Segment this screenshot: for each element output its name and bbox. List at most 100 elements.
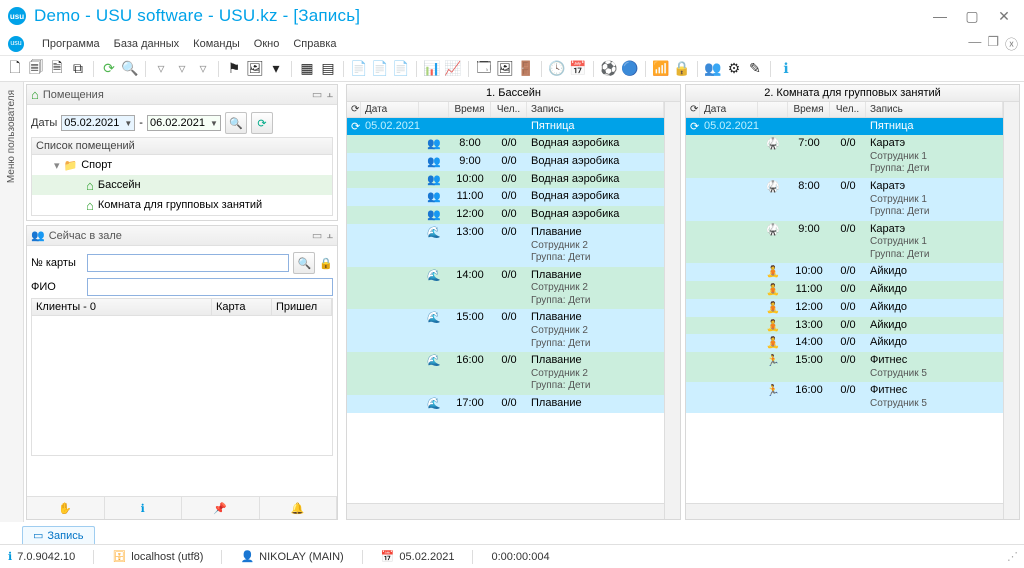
tb-dropdown-icon[interactable]: ▾ [267, 60, 285, 78]
mdi-minimize-button[interactable]: — [968, 34, 981, 53]
schedule-day-row[interactable]: ⟳05.02.2021Пятница [686, 118, 1003, 135]
tb-flag-icon[interactable]: ⚑ [225, 60, 243, 78]
schedule-slot[interactable]: 👥12:000/0Водная аэробика [347, 206, 664, 224]
status-date: 05.02.2021 [399, 551, 454, 563]
mdi-close-button[interactable]: ⓧ [1005, 34, 1018, 53]
schedule-slot[interactable]: 👥10:000/0Водная аэробика [347, 171, 664, 189]
tab-record[interactable]: ▭Запись [22, 526, 95, 544]
tb-calendar-icon[interactable]: 📅 [569, 60, 587, 78]
tb-lock-icon[interactable]: 🔒 [673, 60, 691, 78]
tb-filter2-icon[interactable]: ▿ [173, 60, 191, 78]
menu-help[interactable]: Справка [293, 38, 336, 50]
tb-open-icon[interactable]: 🗐 [27, 60, 45, 78]
schedule-day-row[interactable]: ⟳05.02.2021Пятница [347, 118, 664, 135]
tb-color-icon[interactable]: 🔵 [621, 60, 639, 78]
window-icon: ▭ [33, 529, 43, 542]
tree-item-grouproom[interactable]: ⌂Комната для групповых занятий [32, 195, 332, 215]
schedule-slot[interactable]: 🌊17:000/0Плавание [347, 395, 664, 413]
schedule-slot[interactable]: 🏃16:000/0ФитнесСотрудник 5 [686, 382, 1003, 412]
mdi-restore-button[interactable]: ❐ [987, 34, 999, 53]
tb-search-icon[interactable]: 🔍 [121, 60, 139, 78]
menu-program[interactable]: Программа [42, 38, 100, 50]
tb-refresh-icon[interactable]: ⟳ [100, 60, 118, 78]
menu-database[interactable]: База данных [114, 38, 180, 50]
date-from-input[interactable]: 05.02.2021▼ [61, 115, 135, 131]
schedule-slot[interactable]: 🌊14:000/0ПлаваниеСотрудник 2Группа: Дети [347, 267, 664, 310]
panel-pin-icon[interactable]: ⫠ [326, 229, 333, 242]
tb-save-icon[interactable]: 🗎 [48, 60, 66, 78]
fio-input[interactable] [87, 278, 333, 296]
activity-icon: 🧘 [758, 317, 788, 334]
tb-users-icon[interactable]: 👥 [704, 60, 722, 78]
panel-dock-icon[interactable]: ▭ [312, 229, 322, 242]
activity-icon: 🌊 [419, 352, 449, 369]
schedule-slot[interactable]: 🥋7:000/0КаратэСотрудник 1Группа: Дети [686, 135, 1003, 178]
menu-window[interactable]: Окно [254, 38, 280, 50]
schedule-slot[interactable]: 🧘14:000/0Айкидо [686, 334, 1003, 352]
tb-settings-icon[interactable]: ⚙ [725, 60, 743, 78]
schedule-slot[interactable]: 🌊16:000/0ПлаваниеСотрудник 2Группа: Дети [347, 352, 664, 395]
activity-icon: 🌊 [419, 267, 449, 284]
schedule-slot[interactable]: 🧘12:000/0Айкидо [686, 299, 1003, 317]
tb-filter3-icon[interactable]: ▿ [194, 60, 212, 78]
clients-grid-body[interactable] [31, 316, 333, 456]
footer-pin-button[interactable]: 📌 [182, 497, 260, 519]
dates-search-button[interactable]: 🔍 [225, 112, 247, 134]
tb-window-icon[interactable]: 🗔 [475, 60, 493, 78]
schedule-slot[interactable]: 🥋8:000/0КаратэСотрудник 1Группа: Дети [686, 178, 1003, 221]
tb-image-icon[interactable]: 🖼 [246, 60, 264, 78]
schedule-slot[interactable]: 🥋9:000/0КаратэСотрудник 1Группа: Дети [686, 221, 1003, 264]
schedule-slot[interactable]: 🧘10:000/0Айкидо [686, 263, 1003, 281]
horizontal-scrollbar[interactable] [347, 503, 664, 519]
vertical-scrollbar[interactable] [664, 102, 680, 519]
tb-copy-icon[interactable]: ⧉ [69, 60, 87, 78]
footer-info-button[interactable]: ℹ [105, 497, 183, 519]
date-to-input[interactable]: 06.02.2021▼ [147, 115, 221, 131]
close-button[interactable]: ✕ [992, 4, 1016, 28]
tb-ball-icon[interactable]: ⚽ [600, 60, 618, 78]
tb-excel-icon[interactable]: 📈 [444, 60, 462, 78]
panel-dock-icon[interactable]: ▭ [312, 88, 322, 101]
horizontal-scrollbar[interactable] [686, 503, 1003, 519]
tb-pen-icon[interactable]: ✎ [746, 60, 764, 78]
tb-doc1-icon[interactable]: 📄 [350, 60, 368, 78]
card-number-input[interactable] [87, 254, 289, 272]
vertical-scrollbar[interactable] [1003, 102, 1019, 519]
tb-grid2-icon[interactable]: ▤ [319, 60, 337, 78]
schedule-slot[interactable]: 🧘11:000/0Айкидо [686, 281, 1003, 299]
maximize-button[interactable]: ▢ [960, 4, 984, 28]
schedule-slot[interactable]: 🏃15:000/0ФитнесСотрудник 5 [686, 352, 1003, 382]
tb-rss-icon[interactable]: 📶 [652, 60, 670, 78]
tree-item-pool[interactable]: ⌂Бассейн [32, 175, 332, 195]
schedule-body[interactable]: 🥋7:000/0КаратэСотрудник 1Группа: Дети🥋8:… [686, 135, 1003, 503]
schedule-slot[interactable]: 🌊13:000/0ПлаваниеСотрудник 2Группа: Дети [347, 224, 664, 267]
footer-bell-button[interactable]: 🔔 [260, 497, 338, 519]
tb-grid-icon[interactable]: ▦ [298, 60, 316, 78]
schedule-slot[interactable]: 🧘13:000/0Айкидо [686, 317, 1003, 335]
tb-filter-icon[interactable]: ▿ [152, 60, 170, 78]
panel-pin-icon[interactable]: ⫠ [326, 88, 333, 101]
schedule-slot[interactable]: 👥11:000/0Водная аэробика [347, 188, 664, 206]
lock-icon[interactable]: 🔒 [319, 257, 333, 270]
tb-new-icon[interactable]: 🗋 [6, 60, 24, 78]
menu-commands[interactable]: Команды [193, 38, 240, 50]
tb-export-icon[interactable]: 📊 [423, 60, 441, 78]
tb-picture-icon[interactable]: 🖼 [496, 60, 514, 78]
schedule-body[interactable]: 👥8:000/0Водная аэробика👥9:000/0Водная аэ… [347, 135, 664, 503]
schedule-slot[interactable]: 👥8:000/0Водная аэробика [347, 135, 664, 153]
minimize-button[interactable]: — [928, 4, 952, 28]
rooms-tree[interactable]: ▾📁Спорт ⌂Бассейн ⌂Комната для групповых … [31, 155, 333, 216]
tb-clock-icon[interactable]: 🕓 [548, 60, 566, 78]
dates-refresh-button[interactable]: ⟳ [251, 112, 273, 134]
schedule-slot[interactable]: 🌊15:000/0ПлаваниеСотрудник 2Группа: Дети [347, 309, 664, 352]
tb-info-icon[interactable]: ℹ [777, 60, 795, 78]
footer-hand-button[interactable]: ✋ [27, 497, 105, 519]
resize-grip-icon[interactable]: ⋰ [1007, 550, 1016, 563]
tb-doc3-icon[interactable]: 📄 [392, 60, 410, 78]
tree-root-sport[interactable]: ▾📁Спорт [32, 155, 332, 175]
tb-exit-icon[interactable]: 🚪 [517, 60, 535, 78]
user-menu-vertical-tab[interactable]: Меню пользователя [0, 82, 24, 522]
card-search-button[interactable]: 🔍 [293, 252, 315, 274]
schedule-slot[interactable]: 👥9:000/0Водная аэробика [347, 153, 664, 171]
tb-doc2-icon[interactable]: 📄 [371, 60, 389, 78]
